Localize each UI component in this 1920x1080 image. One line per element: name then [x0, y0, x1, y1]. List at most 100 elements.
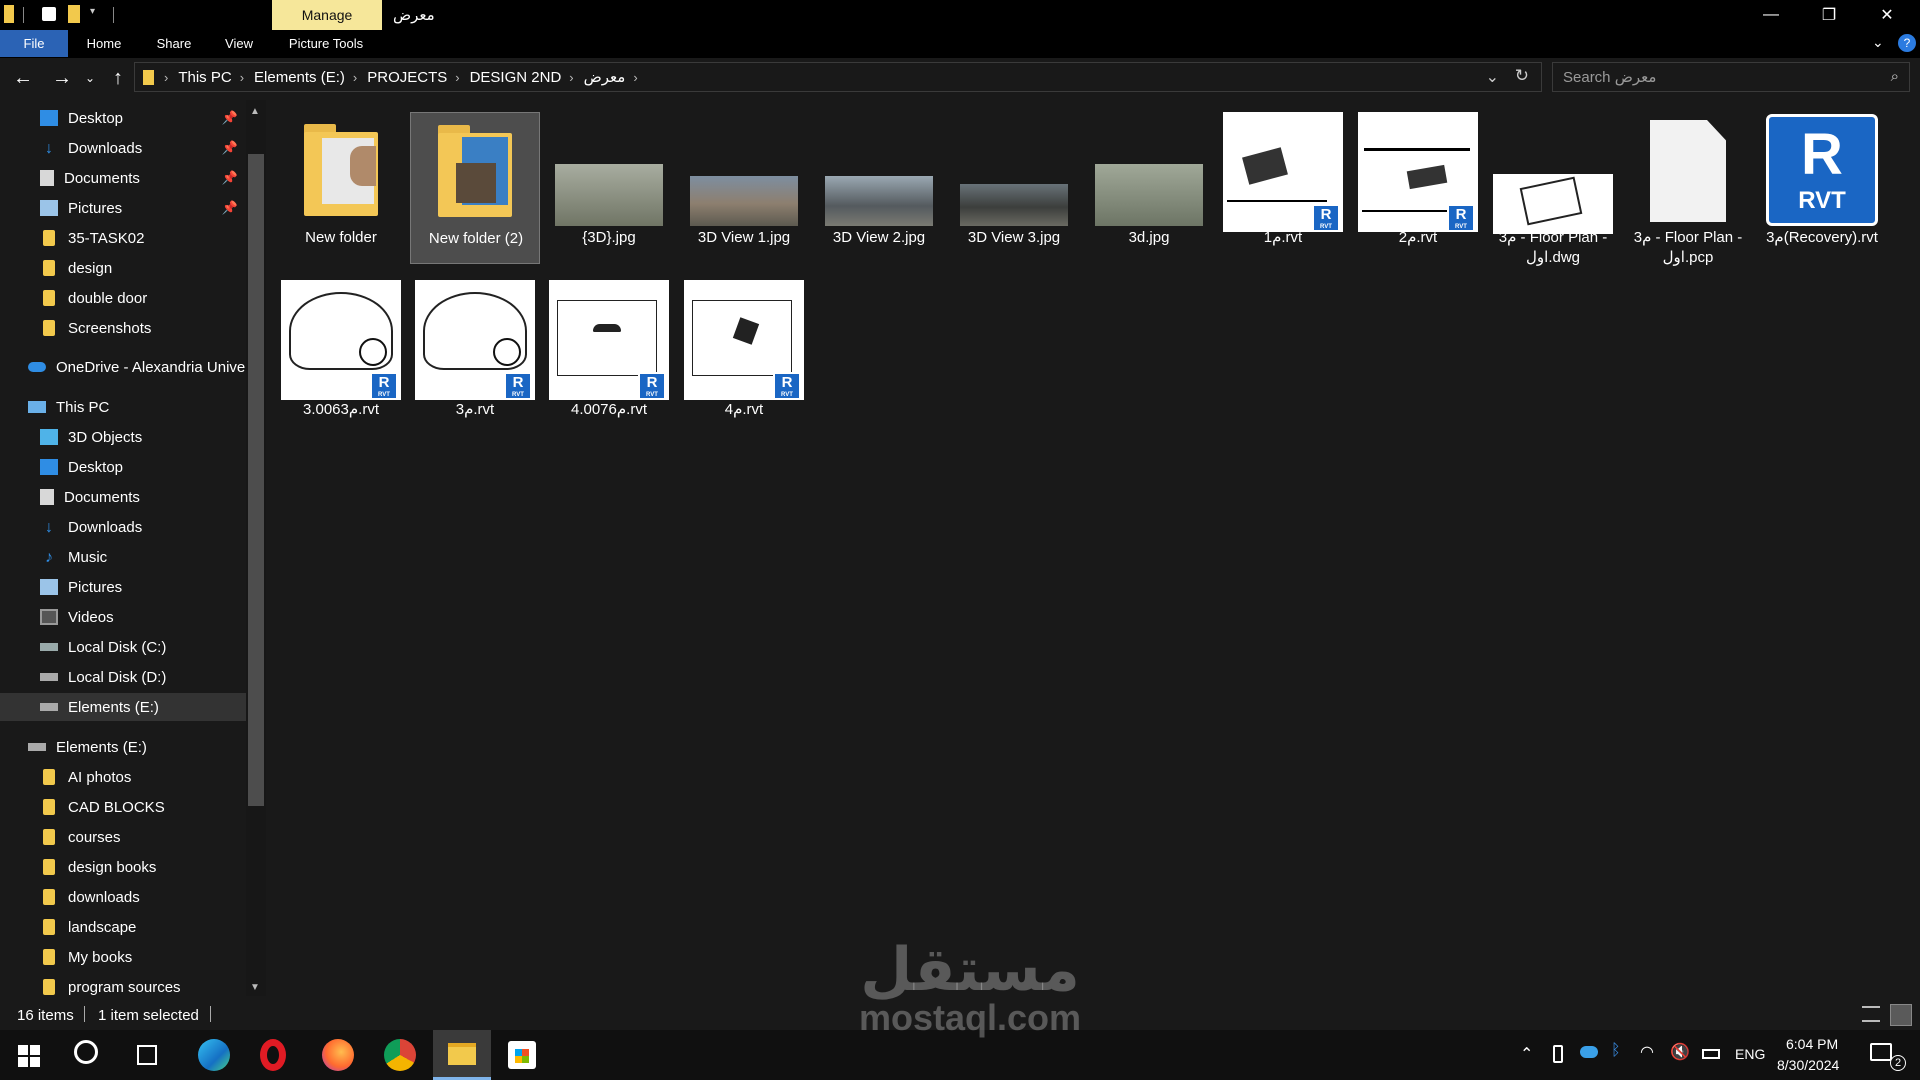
tab-home[interactable]: Home — [80, 30, 128, 57]
breadcrumb-design-2nd[interactable]: DESIGN 2ND — [470, 69, 562, 86]
properties-icon[interactable] — [42, 7, 56, 21]
bluetooth-icon[interactable]: ᛒ — [1611, 1042, 1621, 1060]
tab-picture-tools[interactable]: Picture Tools — [283, 30, 369, 57]
file-item-selected[interactable]: New folder (2) — [410, 112, 540, 264]
chevron-right-icon[interactable]: › — [455, 70, 459, 85]
chrome-icon[interactable] — [384, 1039, 416, 1071]
notifications-icon[interactable] — [1870, 1043, 1892, 1061]
search-icon[interactable] — [74, 1040, 98, 1064]
nav-item-design[interactable]: design — [40, 254, 246, 282]
nav-item-local-disk-c[interactable]: Local Disk (C:) — [40, 633, 246, 661]
manage-tab[interactable]: Manage — [272, 0, 382, 30]
nav-item-ai-photos[interactable]: AI photos — [40, 763, 246, 791]
file-item[interactable]: New folder — [276, 112, 406, 264]
nav-item-design-books[interactable]: design books — [40, 853, 246, 881]
chevron-right-icon[interactable]: › — [240, 70, 244, 85]
file-item[interactable]: R RVT م4.0076.rvt — [544, 280, 674, 432]
nav-item-pictures[interactable]: Pictures 📌 — [40, 194, 246, 222]
large-icons-view-icon[interactable] — [1890, 1004, 1912, 1026]
file-item[interactable]: م3 - Floor Plan - اول.dwg — [1488, 112, 1618, 266]
file-item[interactable]: 3D View 2.jpg — [814, 112, 944, 264]
file-item[interactable]: 3d.jpg — [1084, 112, 1214, 264]
nav-item-downloads-e[interactable]: downloads — [40, 883, 246, 911]
scroll-up-icon[interactable]: ▲ — [250, 106, 260, 117]
volume-muted-icon[interactable]: 🔇 — [1670, 1042, 1690, 1062]
nav-item-35-task02[interactable]: 35-TASK02 — [40, 224, 246, 252]
nav-item-screenshots[interactable]: Screenshots — [40, 314, 246, 342]
nav-item-pictures-pc[interactable]: Pictures — [40, 573, 246, 601]
recent-locations-icon[interactable]: ⌄ — [80, 64, 100, 92]
chevron-right-icon[interactable]: › — [633, 70, 637, 85]
breadcrumb-elements[interactable]: Elements (E:) — [254, 69, 345, 86]
file-item[interactable]: 3D View 3.jpg — [949, 112, 1079, 264]
expand-ribbon-icon[interactable]: ⌄ — [1872, 34, 1884, 51]
nav-item-cad-blocks[interactable]: CAD BLOCKS — [40, 793, 246, 821]
chevron-right-icon[interactable]: › — [164, 70, 168, 85]
nav-item-elements-e[interactable]: Elements (E:) — [28, 733, 246, 761]
file-explorer-taskbar-active[interactable] — [433, 1030, 491, 1080]
nav-item-my-books[interactable]: My books — [40, 943, 246, 971]
file-item[interactable]: R RVT م3.rvt — [410, 280, 540, 432]
clock-time[interactable]: 6:04 PM — [1786, 1036, 1838, 1052]
nav-item-desktop[interactable]: Desktop 📌 — [40, 104, 246, 132]
windows-start-icon[interactable] — [18, 1045, 40, 1067]
nav-item-courses[interactable]: courses — [40, 823, 246, 851]
nav-item-videos[interactable]: Videos — [40, 603, 246, 631]
opera-icon[interactable] — [260, 1039, 286, 1071]
firefox-icon[interactable] — [322, 1039, 354, 1071]
onedrive-sync-icon[interactable] — [1580, 1046, 1598, 1058]
pin-icon[interactable]: 📌 — [222, 200, 238, 216]
nav-item-this-pc[interactable]: This PC — [28, 393, 246, 421]
nav-item-double-door[interactable]: double door — [40, 284, 246, 312]
maximize-button[interactable]: ❐ — [1800, 0, 1858, 30]
nav-item-elements-e-selected[interactable]: Elements (E:) — [0, 693, 246, 721]
forward-arrow-icon[interactable]: → — [48, 64, 76, 92]
customize-quick-access-icon[interactable]: ▾ — [90, 6, 95, 17]
back-arrow-icon[interactable]: ← — [9, 64, 37, 92]
file-item[interactable]: R RVT م1.rvt — [1218, 112, 1348, 264]
store-icon[interactable] — [508, 1041, 536, 1069]
file-item[interactable]: 3D View 1.jpg — [679, 112, 809, 264]
nav-item-program-sources[interactable]: program sources — [40, 973, 246, 996]
battery-icon[interactable] — [1702, 1049, 1720, 1059]
edge-icon[interactable] — [198, 1039, 230, 1071]
task-view-icon[interactable] — [137, 1045, 157, 1065]
nav-item-landscape[interactable]: landscape — [40, 913, 246, 941]
nav-item-onedrive[interactable]: OneDrive - Alexandria Univer — [28, 353, 246, 381]
language-indicator[interactable]: ENG — [1735, 1046, 1765, 1062]
usb-icon[interactable] — [1553, 1045, 1563, 1063]
search-input[interactable]: Search معرض ⌕ — [1552, 62, 1910, 92]
show-hidden-icons-icon[interactable]: ⌃ — [1520, 1044, 1533, 1064]
file-item[interactable]: R RVT م4.rvt — [679, 280, 809, 432]
chevron-right-icon[interactable]: › — [353, 70, 357, 85]
refresh-icon[interactable]: ↻ — [1515, 66, 1529, 86]
clock-date[interactable]: 8/30/2024 — [1777, 1057, 1839, 1073]
address-bar[interactable]: › This PC › Elements (E:) › PROJECTS › D… — [134, 62, 1542, 92]
wifi-icon[interactable]: ◠ — [1640, 1042, 1654, 1062]
nav-item-documents[interactable]: Documents 📌 — [40, 164, 246, 192]
nav-item-3d-objects[interactable]: 3D Objects — [40, 423, 246, 451]
address-dropdown-icon[interactable]: ⌄ — [1486, 67, 1499, 87]
nav-item-downloads[interactable]: ↓ Downloads 📌 — [40, 134, 246, 162]
pin-icon[interactable]: 📌 — [222, 110, 238, 126]
up-arrow-icon[interactable]: ↑ — [104, 64, 132, 92]
nav-item-downloads-pc[interactable]: ↓ Downloads — [40, 513, 246, 541]
breadcrumb-current[interactable]: معرض — [584, 68, 626, 86]
file-item[interactable]: {3D}.jpg — [544, 112, 674, 264]
file-item[interactable]: R RVT م2.rvt — [1353, 112, 1483, 264]
nav-scrollbar-thumb[interactable] — [248, 154, 264, 806]
scroll-down-icon[interactable]: ▼ — [250, 982, 260, 993]
nav-item-desktop-pc[interactable]: Desktop — [40, 453, 246, 481]
tab-file[interactable]: File — [0, 30, 68, 57]
nav-item-documents-pc[interactable]: Documents — [40, 483, 246, 511]
file-item[interactable]: م3 - Floor Plan - اول.pcp — [1623, 112, 1753, 266]
new-folder-icon[interactable] — [68, 5, 80, 23]
breadcrumb-projects[interactable]: PROJECTS — [367, 69, 447, 86]
file-item[interactable]: R RVT م3.0063.rvt — [276, 280, 406, 432]
minimize-button[interactable]: — — [1742, 0, 1800, 30]
breadcrumb-this-pc[interactable]: This PC — [178, 69, 231, 86]
close-button[interactable]: ✕ — [1858, 0, 1916, 30]
nav-item-local-disk-d[interactable]: Local Disk (D:) — [40, 663, 246, 691]
chevron-right-icon[interactable]: › — [569, 70, 573, 85]
pin-icon[interactable]: 📌 — [222, 170, 238, 186]
